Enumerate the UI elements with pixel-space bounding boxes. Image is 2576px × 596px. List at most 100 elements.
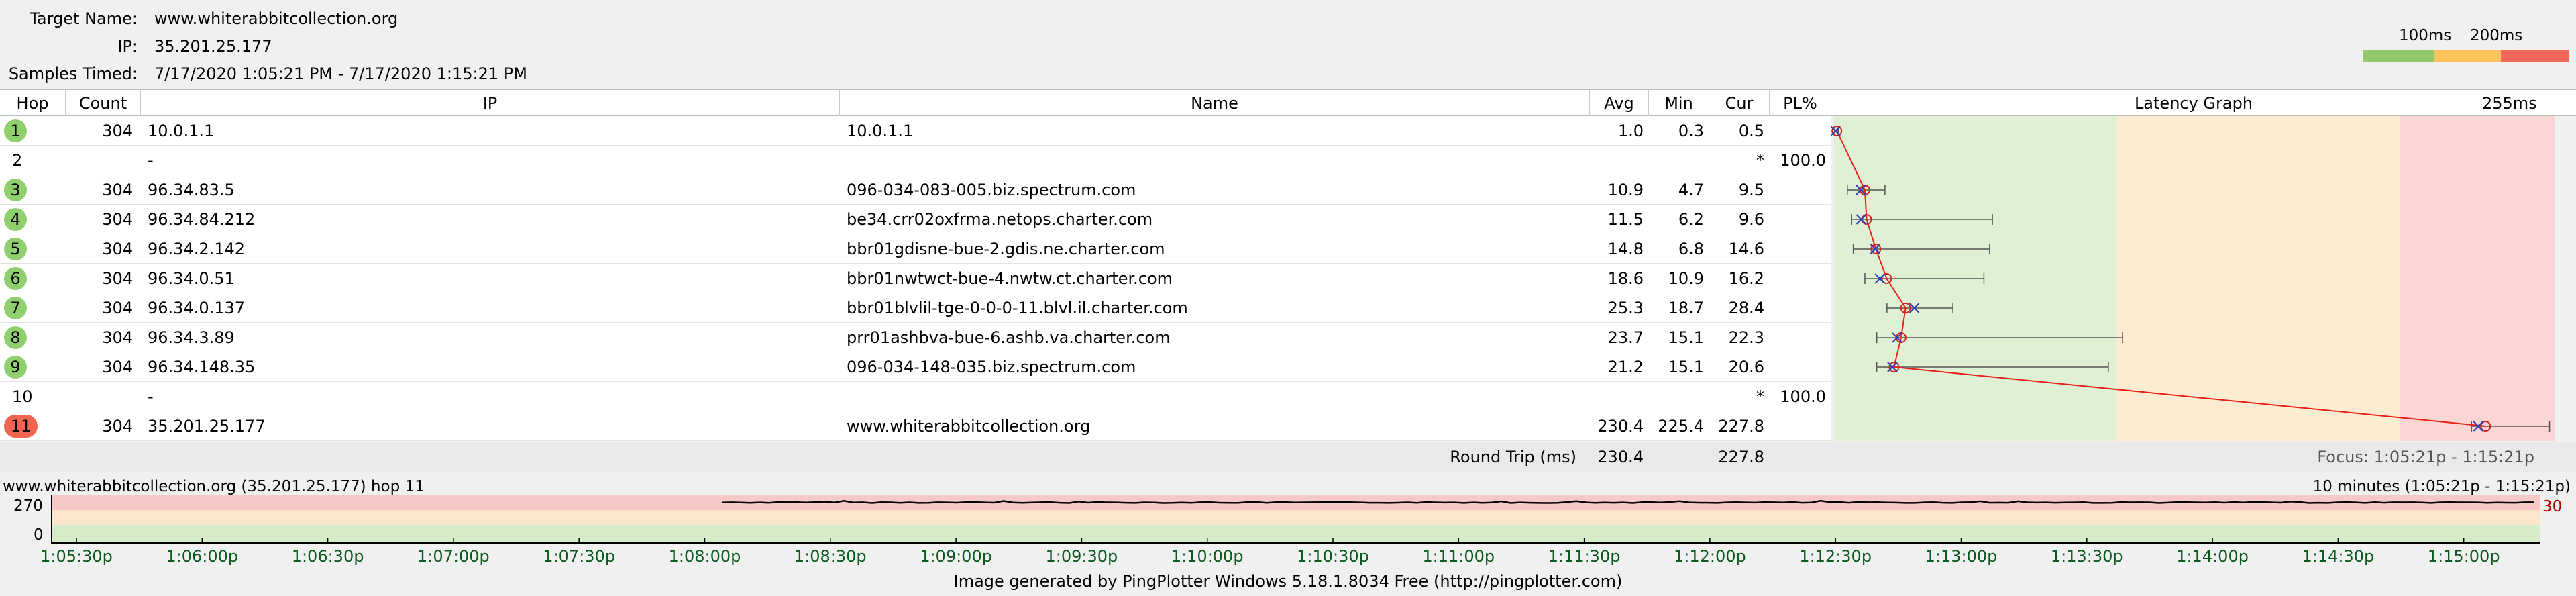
hop-number: 11 <box>4 415 38 438</box>
cell-avg <box>1590 382 1644 411</box>
cell-name: 096-034-148-035.biz.spectrum.com <box>847 358 1136 377</box>
timeline-chart[interactable] <box>51 495 2540 544</box>
hop-number: 9 <box>4 356 27 379</box>
header-cur[interactable]: Cur <box>1709 90 1770 117</box>
trace-table: Hop Count IP Name Avg Min Cur PL% Latenc… <box>0 89 2576 472</box>
timeline-range: 10 minutes (1:05:21p - 1:15:21p) <box>2312 478 2571 495</box>
cell-min <box>1649 382 1704 411</box>
timeline-tick-label: 1:11:30p <box>1548 547 1621 566</box>
cell-avg: 10.9 <box>1607 181 1644 199</box>
header-avg[interactable]: Avg <box>1590 90 1649 117</box>
cell-min: 0.3 <box>1678 121 1704 140</box>
cell-name: bbr01gdisne-bue-2.gdis.ne.charter.com <box>847 240 1165 258</box>
cell-cur: * <box>1756 151 1764 170</box>
legend-100ms-label: 100ms <box>2399 27 2452 44</box>
cell-pl <box>1770 323 1826 352</box>
hop-number: 5 <box>4 238 27 260</box>
header-name[interactable]: Name <box>840 90 1590 117</box>
timeline-tick-label: 1:06:30p <box>291 547 364 566</box>
timeline-right-value: 30 <box>2542 498 2563 515</box>
round-trip-label: Round Trip (ms) <box>1450 448 1576 466</box>
cell-min: 15.1 <box>1668 328 1704 347</box>
table-row[interactable]: 11 304 35.201.25.177 www.whiterabbitcollect… <box>0 411 1831 441</box>
timeline-tick-label: 1:13:30p <box>2050 547 2123 566</box>
cell-cur: * <box>1756 387 1764 406</box>
hop-number: 7 <box>4 297 27 319</box>
header-count[interactable]: Count <box>66 90 141 117</box>
table-row[interactable]: 8 304 96.34.3.89 prr01ashbva-bue-6.ashb.va.… <box>0 323 1831 352</box>
timeline-tick-label: 1:09:30p <box>1045 547 1118 566</box>
cell-ip: 96.34.84.212 <box>148 210 256 229</box>
cell-count: 304 <box>102 328 133 347</box>
timeline-axis: 1:05:30p 1:06:00p 1:06:30p 1:07:00p 1:07:30p… <box>0 547 2576 567</box>
header-scale-max: 255ms <box>2482 94 2537 113</box>
cell-min: 6.2 <box>1678 210 1704 229</box>
cell-avg: 14.8 <box>1607 240 1644 258</box>
cell-ip: 35.201.25.177 <box>148 417 266 436</box>
hop-number: 10 <box>12 387 33 406</box>
target-name-value: www.whiterabbitcollection.org <box>154 9 398 28</box>
cell-count: 304 <box>102 240 133 258</box>
header-ip[interactable]: IP <box>141 90 840 117</box>
footer-text: Image generated by PingPlotter Windows 5… <box>953 572 1623 591</box>
cell-min: 15.1 <box>1668 358 1704 377</box>
latency-zone <box>2116 116 2400 441</box>
cell-ip: - <box>148 151 154 170</box>
timeline-y-bottom: 0 <box>34 526 44 544</box>
timeline-tick-label: 1:14:30p <box>2302 547 2375 566</box>
cell-avg: 23.7 <box>1607 328 1644 347</box>
timeline-tick-label: 1:09:00p <box>920 547 992 566</box>
timeline-title: www.whiterabbitcollection.org (35.201.25… <box>3 478 425 495</box>
timeline-tick-label: 1:12:30p <box>1799 547 1872 566</box>
round-trip-avg: 230.4 <box>1597 448 1644 466</box>
header-pl[interactable]: PL% <box>1770 90 1831 117</box>
cell-pl <box>1770 264 1826 293</box>
cell-min <box>1649 146 1704 175</box>
timeline-band <box>51 525 2540 544</box>
table-row[interactable]: 4 304 96.34.84.212 be34.crr02oxfrma.netops.… <box>0 205 1831 234</box>
cell-count <box>66 146 133 175</box>
cell-count: 304 <box>102 269 133 288</box>
cell-count <box>66 382 133 411</box>
cell-name: 10.0.1.1 <box>847 121 914 140</box>
cell-count: 304 <box>102 358 133 377</box>
timeline-tick-label: 1:11:00p <box>1422 547 1495 566</box>
table-row[interactable]: 3 304 96.34.83.5 096-034-083-005.biz.spectr… <box>0 175 1831 205</box>
timeline-tick-label: 1:12:00p <box>1674 547 1746 566</box>
cell-pl <box>1770 175 1826 205</box>
table-row[interactable]: 2 - * 100.0 <box>0 146 1831 175</box>
cell-ip: 96.34.0.137 <box>148 299 246 317</box>
cell-ip: 96.34.83.5 <box>148 181 235 199</box>
cell-cur: 16.2 <box>1728 269 1764 288</box>
timeline-tick-label: 1:07:00p <box>417 547 490 566</box>
table-row[interactable]: 7 304 96.34.0.137 bbr01blvlil-tge-0-0-0-11.… <box>0 293 1831 323</box>
cell-name: 096-034-083-005.biz.spectrum.com <box>847 181 1136 199</box>
timeline-tick-label: 1:05:30p <box>40 547 113 566</box>
cell-count: 304 <box>102 299 133 317</box>
hop-number: 8 <box>4 326 27 349</box>
legend-orange-swatch <box>2434 50 2501 62</box>
cell-pl: 100.0 <box>1780 151 1826 170</box>
header-hop[interactable]: Hop <box>0 90 66 117</box>
cell-count: 304 <box>102 417 133 436</box>
cell-ip: 96.34.148.35 <box>148 358 256 377</box>
table-row[interactable]: 6 304 96.34.0.51 bbr01nwtwct-bue-4.nwtw.ct.… <box>0 264 1831 293</box>
table-row[interactable]: 10 - * 100.0 <box>0 382 1831 411</box>
header-min[interactable]: Min <box>1649 90 1709 117</box>
table-row[interactable]: 5 304 96.34.2.142 bbr01gdisne-bue-2.gdis.ne… <box>0 234 1831 264</box>
timeline-tick-label: 1:13:00p <box>1925 547 1998 566</box>
hop-number: 4 <box>4 208 27 231</box>
cell-name <box>847 146 1585 175</box>
samples-timed-label: Samples Timed: <box>8 64 138 83</box>
cell-name: bbr01nwtwct-bue-4.nwtw.ct.charter.com <box>847 269 1173 288</box>
cell-name: be34.crr02oxfrma.netops.charter.com <box>847 210 1153 229</box>
timeline-y-top: 270 <box>13 497 43 515</box>
focus-range: Focus: 1:05:21p - 1:15:21p <box>2317 448 2534 466</box>
cell-pl: 100.0 <box>1780 387 1826 406</box>
table-row[interactable]: 1 304 10.0.1.1 10.0.1.1 1.0 0.3 0.5 <box>0 116 1831 146</box>
latency-graph <box>1831 116 2555 441</box>
table-row[interactable]: 9 304 96.34.148.35 096-034-148-035.biz.spec… <box>0 352 1831 382</box>
cell-pl <box>1770 205 1826 234</box>
timeline-tick-label: 1:15:00p <box>2427 547 2500 566</box>
cell-cur: 28.4 <box>1728 299 1764 317</box>
